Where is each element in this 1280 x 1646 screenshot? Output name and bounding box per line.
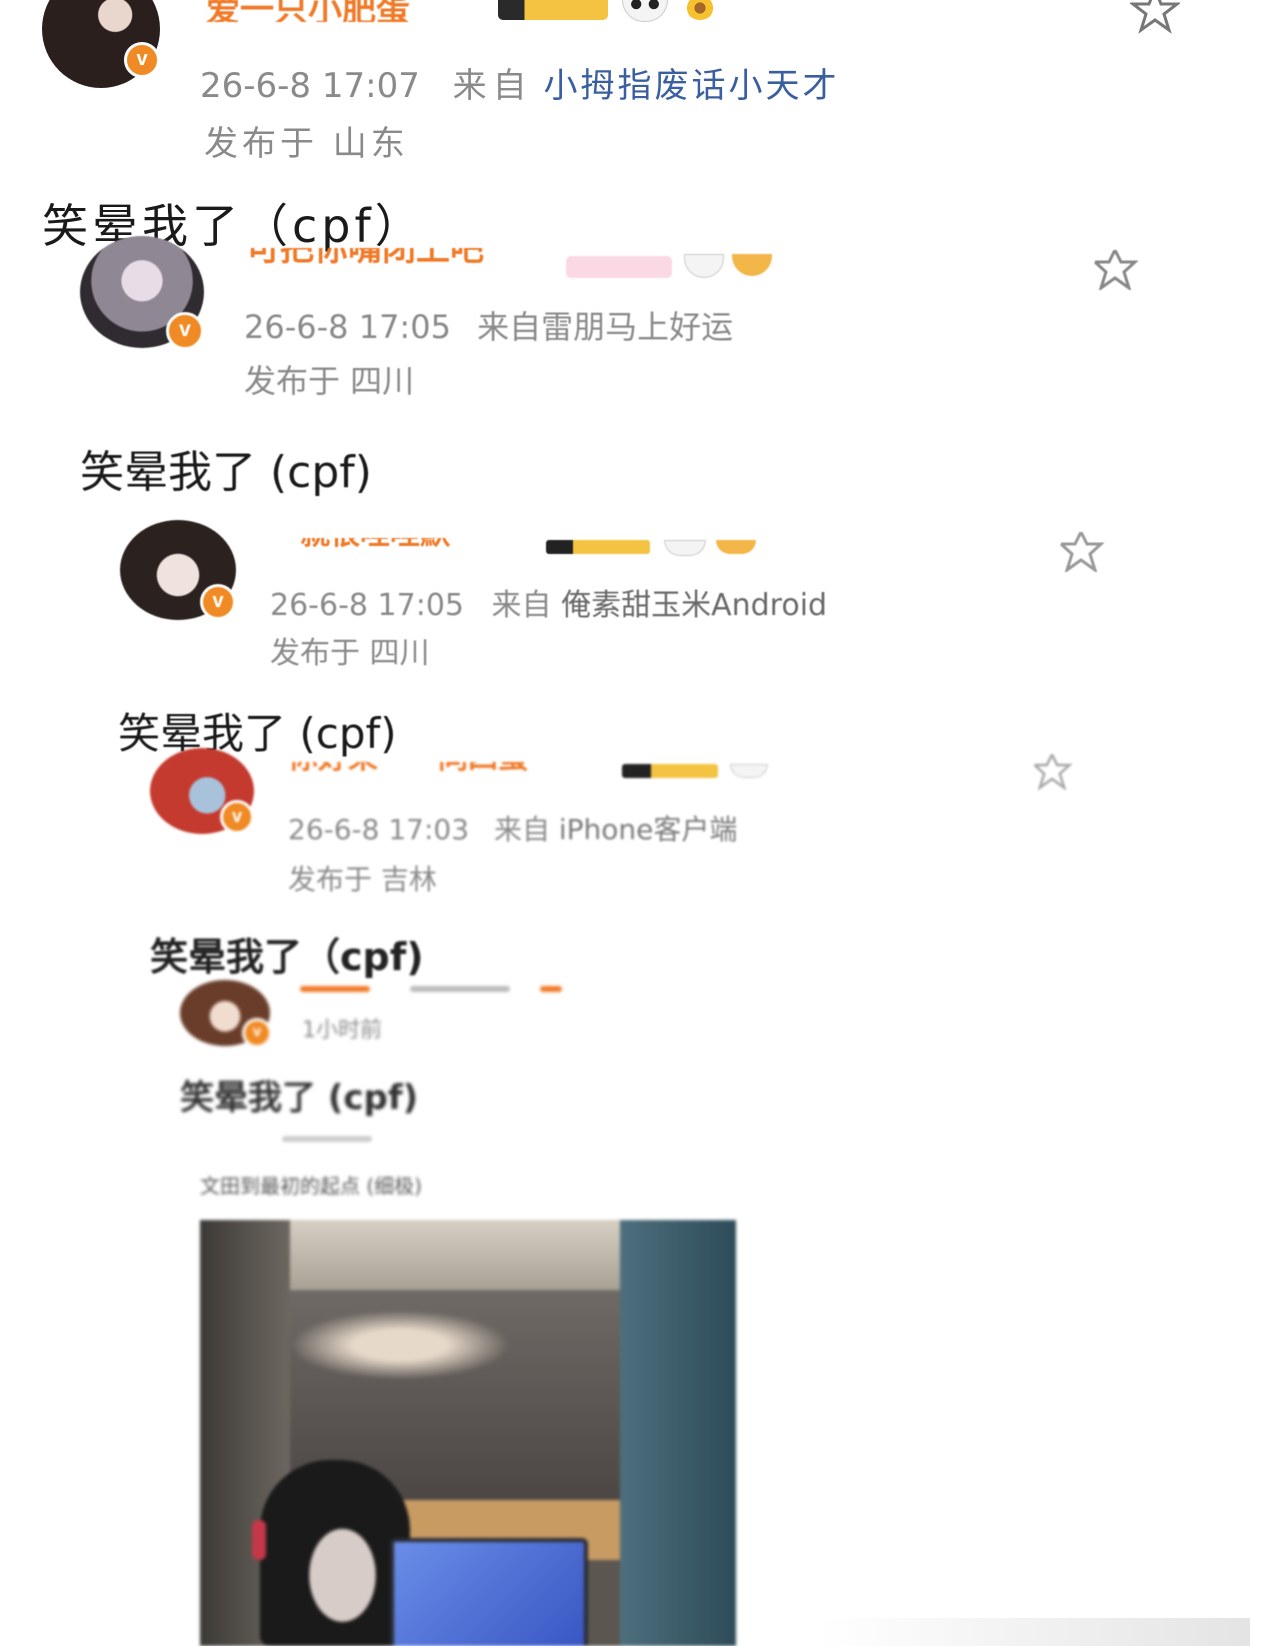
avatar[interactable]: v	[42, 0, 160, 88]
post-text: 笑晕我了（cpf）	[42, 199, 425, 253]
rank-badge-icon	[498, 0, 608, 20]
source-link[interactable]: 小拇指废话小天才	[543, 66, 839, 106]
location: 发布于 吉林	[288, 863, 437, 896]
timestamp: 26-6-8 17:05	[244, 308, 451, 346]
rank-badge-icon	[546, 540, 650, 554]
rank-badge-icon	[622, 764, 718, 778]
favorite-star-icon[interactable]	[1092, 250, 1138, 290]
verified-badge-icon: v	[166, 312, 204, 350]
timestamp: 1小时前	[302, 1018, 382, 1043]
timestamp: 26-6-8 17:05	[270, 588, 464, 623]
post-text: 笑晕我了（cpf)	[150, 935, 424, 979]
emoji-icon	[732, 254, 772, 276]
avatar[interactable]: v	[150, 748, 254, 834]
laptop-screen	[390, 1538, 588, 1646]
post-photo[interactable]	[200, 1220, 736, 1646]
from-label: 来自	[477, 308, 542, 346]
favorite-star-icon[interactable]	[1032, 754, 1072, 790]
timestamp: 26-6-8 17:07	[200, 66, 420, 106]
location: 发布于 四川	[270, 636, 430, 671]
panda-icon	[622, 0, 668, 22]
rank-badge-icon	[410, 986, 510, 992]
avatar[interactable]: v	[80, 236, 204, 350]
username[interactable]: 一就很哇哇默	[270, 538, 450, 556]
post-meta: 26-6-8 17:07 来自 小拇指废话小天才	[200, 58, 839, 107]
scroll-shadow	[820, 1618, 1250, 1646]
location: 发布于 山东	[204, 124, 409, 164]
from-label: 来自	[452, 66, 533, 106]
verified-badge-icon: v	[242, 1018, 272, 1048]
username-blurred[interactable]	[300, 986, 370, 992]
blue-curtain	[620, 1220, 736, 1646]
sunflower-icon	[686, 0, 714, 20]
panda-icon	[730, 764, 768, 778]
username[interactable]: 可把你嘴闭上吧	[246, 248, 484, 278]
panda-icon	[664, 540, 706, 556]
from-label: 来自	[493, 813, 550, 846]
favorite-star-icon[interactable]	[1130, 0, 1180, 34]
verified-badge-icon: v	[124, 42, 160, 78]
verified-badge-icon: v	[200, 584, 236, 620]
from-label: 来自	[491, 588, 552, 623]
verified-badge-icon: v	[220, 800, 254, 834]
post-subtext: 文田到最初的起点 (细极)	[200, 1174, 422, 1198]
post-text: 笑晕我了 (cpf)	[180, 1078, 419, 1118]
post-text: 笑晕我了 (cpf)	[118, 709, 397, 758]
blurred-line	[282, 1136, 372, 1142]
favorite-star-icon[interactable]	[1058, 532, 1104, 572]
source-link[interactable]: 雷朋马上好运	[541, 308, 733, 346]
location: 发布于 四川	[244, 362, 415, 400]
username[interactable]: 你好呆 一同四蛋	[288, 762, 528, 780]
panda-icon	[684, 254, 724, 278]
username[interactable]: 爱一只小肥蛋	[206, 0, 410, 22]
person	[260, 1460, 410, 1646]
avatar[interactable]: v	[180, 980, 272, 1048]
avatar[interactable]: v	[120, 520, 236, 620]
rank-badge-icon	[566, 256, 672, 278]
wall-light	[290, 1310, 510, 1380]
source-link[interactable]: iPhone客户端	[559, 813, 738, 846]
emoji-icon	[716, 540, 756, 554]
timestamp: 26-6-8 17:03	[288, 813, 470, 846]
emoji-icon	[540, 986, 562, 992]
headphone-icon	[252, 1520, 266, 1560]
post-meta: 26-6-8 17:05 来自雷朋马上好运	[244, 302, 733, 348]
source-link[interactable]: 俺素甜玉米Android	[561, 588, 827, 623]
post-text: 笑晕我了 (cpf)	[80, 447, 372, 498]
post-meta: 26-6-8 17:05 来自 俺素甜玉米Android	[270, 580, 827, 624]
post-meta: 26-6-8 17:03 来自 iPhone客户端	[288, 808, 737, 848]
